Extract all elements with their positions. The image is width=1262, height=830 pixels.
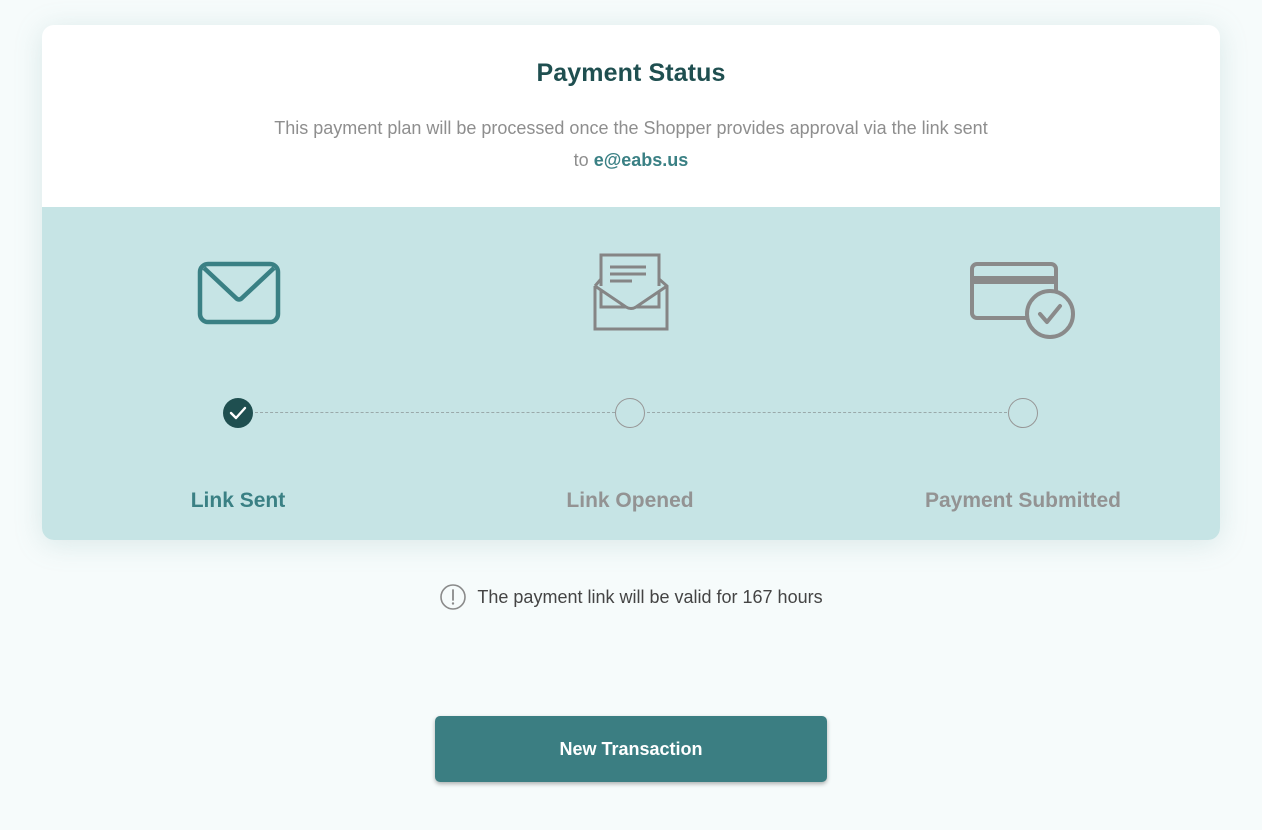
check-icon — [229, 406, 247, 420]
step-dot-pending — [615, 398, 645, 428]
envelope-closed-icon — [197, 261, 281, 325]
payment-status-card: Payment Status This payment plan will be… — [42, 25, 1220, 540]
card-header: Payment Status This payment plan will be… — [42, 25, 1220, 207]
connector-line — [255, 412, 615, 413]
step-label-link-sent: Link Sent — [190, 489, 286, 512]
step-label-link-opened: Link Opened — [566, 489, 694, 512]
connector-line — [647, 412, 1007, 413]
step-indicators — [42, 398, 1220, 428]
status-description: This payment plan will be processed once… — [271, 112, 991, 176]
shopper-email: e@eabs.us — [593, 150, 689, 170]
card-check-icon — [970, 262, 1075, 339]
envelope-open-icon — [593, 253, 669, 331]
progress-tracker: Link Sent Link Opened Payment Submitted — [42, 207, 1220, 540]
new-transaction-button[interactable]: New Transaction — [435, 716, 827, 782]
step-dot-pending — [1008, 398, 1038, 428]
page: Payment Status This payment plan will be… — [0, 0, 1262, 830]
page-title: Payment Status — [536, 59, 726, 87]
validity-text: The payment link will be valid for 167 h… — [477, 586, 823, 607]
exclamation-circle-icon — [440, 584, 467, 610]
step-dot-complete — [223, 398, 253, 428]
step-label-payment-submitted: Payment Submitted — [924, 489, 1122, 512]
validity-notice: The payment link will be valid for 167 h… — [0, 583, 1262, 611]
